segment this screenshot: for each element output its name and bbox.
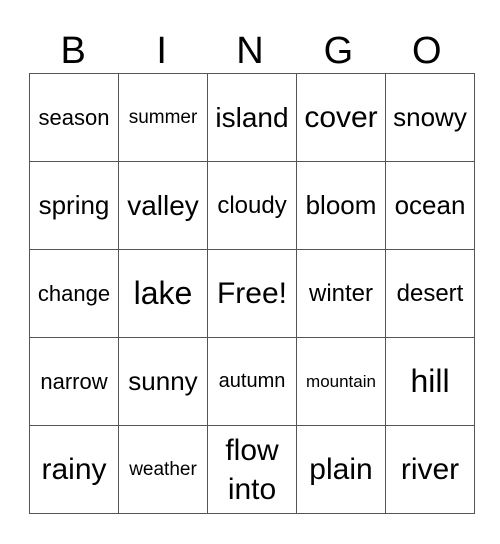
- bingo-cell[interactable]: weather: [118, 425, 208, 514]
- bingo-cell[interactable]: desert: [385, 249, 475, 338]
- bingo-cell[interactable]: plain: [296, 425, 386, 514]
- bingo-cell[interactable]: winter: [296, 249, 386, 338]
- bingo-cell[interactable]: season: [29, 73, 119, 162]
- bingo-header: B I N G O: [29, 30, 471, 72]
- bingo-cell[interactable]: mountain: [296, 337, 386, 426]
- header-letter: B: [60, 30, 86, 72]
- bingo-cell[interactable]: cover: [296, 73, 386, 162]
- grid-row: spring valley cloudy bloom ocean: [29, 161, 475, 250]
- header-letter: I: [156, 30, 167, 72]
- bingo-cell[interactable]: autumn: [207, 337, 297, 426]
- grid-row: season summer island cover snowy: [29, 73, 475, 162]
- bingo-cell[interactable]: hill: [385, 337, 475, 426]
- header-letter: O: [412, 30, 442, 72]
- grid-row: change lake Free! winter desert: [29, 249, 475, 338]
- bingo-cell[interactable]: ocean: [385, 161, 475, 250]
- grid-row: rainy weather flow into plain river: [29, 425, 475, 514]
- bingo-cell[interactable]: summer: [118, 73, 208, 162]
- bingo-cell[interactable]: sunny: [118, 337, 208, 426]
- header-letter: N: [236, 30, 264, 72]
- bingo-cell[interactable]: change: [29, 249, 119, 338]
- bingo-cell[interactable]: narrow: [29, 337, 119, 426]
- bingo-cell[interactable]: river: [385, 425, 475, 514]
- bingo-cell[interactable]: bloom: [296, 161, 386, 250]
- bingo-cell[interactable]: spring: [29, 161, 119, 250]
- bingo-cell[interactable]: flow into: [207, 425, 297, 514]
- bingo-cell[interactable]: island: [207, 73, 297, 162]
- bingo-cell[interactable]: lake: [118, 249, 208, 338]
- bingo-grid: season summer island cover snowy spring …: [29, 73, 475, 514]
- header-letter: G: [323, 30, 354, 72]
- bingo-cell[interactable]: valley: [118, 161, 208, 250]
- bingo-cell[interactable]: cloudy: [207, 161, 297, 250]
- bingo-cell[interactable]: snowy: [385, 73, 475, 162]
- grid-row: narrow sunny autumn mountain hill: [29, 337, 475, 426]
- bingo-cell[interactable]: rainy: [29, 425, 119, 514]
- free-space-cell[interactable]: Free!: [207, 249, 297, 338]
